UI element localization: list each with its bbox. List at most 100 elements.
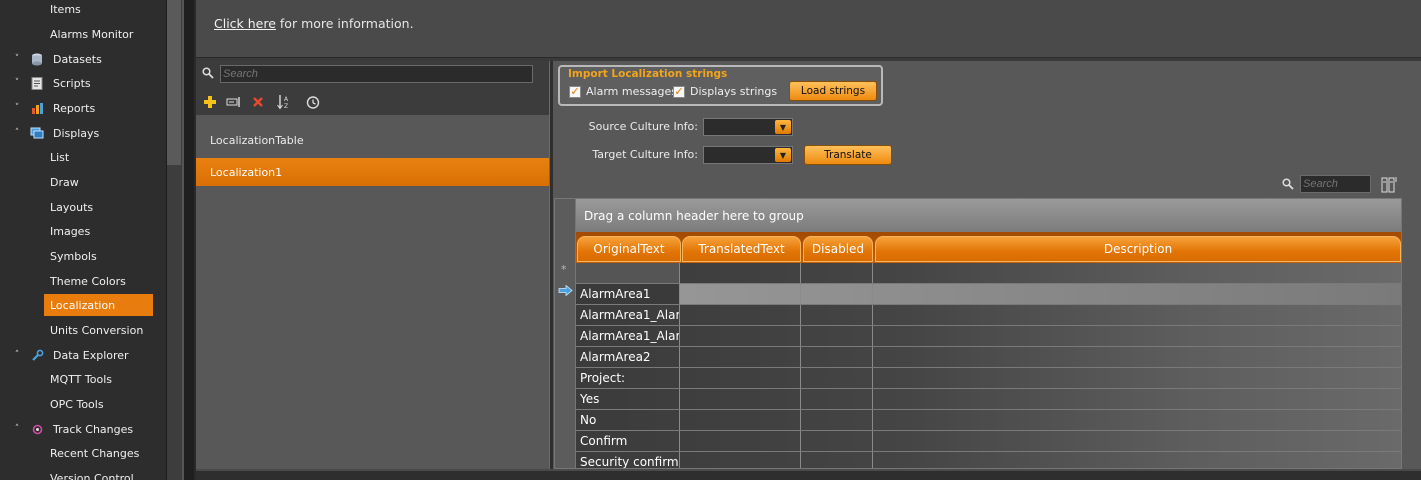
table-cell[interactable]: AlarmArea1_Alar... bbox=[576, 305, 680, 325]
table-row[interactable]: Yes bbox=[576, 389, 1401, 410]
column-chooser-icon[interactable] bbox=[1381, 176, 1399, 194]
add-icon[interactable] bbox=[201, 93, 219, 111]
table-cell[interactable] bbox=[680, 305, 801, 325]
table-cell[interactable]: AlarmArea2 bbox=[576, 347, 680, 367]
table-cell[interactable] bbox=[801, 347, 873, 367]
nav-item-units-conversion[interactable]: Units Conversion bbox=[0, 318, 158, 342]
list-item-localization-table[interactable]: LocalizationTable bbox=[196, 126, 549, 154]
table-cell[interactable]: AlarmArea1 bbox=[576, 284, 680, 304]
table-cell[interactable] bbox=[801, 452, 873, 468]
table-cell[interactable] bbox=[801, 389, 873, 409]
nav-group-datasets[interactable]: ˅ Datasets bbox=[0, 47, 158, 71]
new-row[interactable] bbox=[576, 263, 1401, 284]
table-cell[interactable]: No bbox=[576, 410, 680, 430]
table-cell[interactable] bbox=[873, 452, 1401, 468]
table-cell[interactable] bbox=[873, 389, 1401, 409]
nav-group-data-explorer[interactable]: ˄ Data Explorer bbox=[0, 343, 158, 367]
nav-item-mqtt-tools[interactable]: MQTT Tools bbox=[0, 367, 158, 391]
nav-item-localization[interactable]: Localization bbox=[44, 294, 153, 316]
table-row[interactable]: AlarmArea1_Alar... bbox=[576, 326, 1401, 347]
table-cell[interactable] bbox=[680, 347, 801, 367]
table-cell[interactable] bbox=[801, 368, 873, 388]
table-cell[interactable] bbox=[873, 431, 1401, 451]
table-cell[interactable] bbox=[680, 326, 801, 346]
column-header-translatedtext[interactable]: TranslatedText bbox=[682, 236, 801, 262]
column-header-description[interactable]: Description bbox=[875, 236, 1401, 262]
delete-icon[interactable] bbox=[249, 93, 267, 111]
column-header-disabled[interactable]: Disabled bbox=[803, 236, 873, 262]
table-cell[interactable] bbox=[801, 284, 873, 304]
chevron-up-icon[interactable]: ˄ bbox=[12, 424, 22, 434]
table-cell[interactable] bbox=[680, 389, 801, 409]
table-cell[interactable] bbox=[680, 452, 801, 468]
table-cell[interactable] bbox=[680, 263, 801, 283]
nav-group-displays[interactable]: ˄ Displays bbox=[0, 121, 158, 145]
table-row[interactable]: AlarmArea2 bbox=[576, 347, 1401, 368]
chevron-down-icon[interactable]: ▼ bbox=[775, 148, 791, 162]
checkbox-checked-icon[interactable]: ✓ bbox=[569, 85, 581, 98]
table-cell[interactable] bbox=[801, 410, 873, 430]
displays-strings-checkbox[interactable]: ✓ Displays strings bbox=[673, 85, 777, 98]
target-culture-combo[interactable]: ▼ bbox=[703, 146, 793, 164]
sort-icon[interactable]: AZ bbox=[275, 93, 293, 111]
chevron-down-icon[interactable]: ˅ bbox=[12, 103, 22, 113]
table-row[interactable]: AlarmArea1 bbox=[576, 284, 1401, 305]
table-cell[interactable]: Confirm bbox=[576, 431, 680, 451]
history-icon[interactable] bbox=[303, 93, 321, 111]
chevron-down-icon[interactable]: ˅ bbox=[12, 54, 22, 64]
nav-group-reports[interactable]: ˅ Reports bbox=[0, 96, 158, 120]
table-row[interactable]: Confirm bbox=[576, 431, 1401, 452]
nav-item-recent-changes[interactable]: Recent Changes bbox=[0, 441, 158, 465]
checkbox-checked-icon[interactable]: ✓ bbox=[673, 85, 685, 98]
nav-scrollbar-thumb[interactable] bbox=[167, 0, 181, 165]
table-cell[interactable] bbox=[873, 305, 1401, 325]
table-cell[interactable]: Security confirm... bbox=[576, 452, 680, 468]
nav-item-symbols[interactable]: Symbols bbox=[0, 244, 158, 268]
chevron-up-icon[interactable]: ˄ bbox=[12, 350, 22, 360]
table-cell[interactable] bbox=[873, 368, 1401, 388]
translate-button[interactable]: Translate bbox=[804, 145, 892, 165]
table-cell[interactable]: Yes bbox=[576, 389, 680, 409]
table-cell[interactable] bbox=[680, 368, 801, 388]
nav-splitter[interactable] bbox=[182, 0, 194, 480]
chevron-down-icon[interactable]: ▼ bbox=[775, 120, 791, 134]
nav-item-theme-colors[interactable]: Theme Colors bbox=[0, 269, 158, 293]
grid-search-input[interactable] bbox=[1300, 175, 1371, 193]
nav-item-list[interactable]: List bbox=[0, 145, 158, 169]
table-cell[interactable]: Project: bbox=[576, 368, 680, 388]
table-row[interactable]: Project: bbox=[576, 368, 1401, 389]
nav-item-images[interactable]: Images bbox=[0, 219, 158, 243]
more-info-link[interactable]: Click here bbox=[214, 16, 276, 31]
table-row[interactable]: AlarmArea1_Alar... bbox=[576, 305, 1401, 326]
chevron-up-icon[interactable]: ˄ bbox=[12, 128, 22, 138]
table-row[interactable]: Security confirm... bbox=[576, 452, 1401, 468]
nav-group-scripts[interactable]: ˅ Scripts bbox=[0, 71, 158, 95]
nav-item-opc-tools[interactable]: OPC Tools bbox=[0, 392, 158, 416]
table-row[interactable]: No bbox=[576, 410, 1401, 431]
nav-item-layouts[interactable]: Layouts bbox=[0, 195, 158, 219]
table-cell[interactable] bbox=[680, 284, 801, 304]
table-cell[interactable] bbox=[873, 347, 1401, 367]
chevron-down-icon[interactable]: ˅ bbox=[12, 78, 22, 88]
table-cell[interactable] bbox=[680, 410, 801, 430]
nav-item-items[interactable]: Items bbox=[0, 0, 158, 21]
table-cell[interactable] bbox=[801, 431, 873, 451]
list-search-input[interactable] bbox=[220, 65, 533, 83]
table-cell[interactable] bbox=[576, 263, 680, 283]
table-cell[interactable] bbox=[801, 305, 873, 325]
table-cell[interactable] bbox=[873, 284, 1401, 304]
table-cell[interactable] bbox=[873, 263, 1401, 283]
load-strings-button[interactable]: Load strings bbox=[789, 81, 877, 101]
table-cell[interactable] bbox=[801, 326, 873, 346]
group-by-bar[interactable]: Drag a column header here to group bbox=[576, 199, 1401, 232]
nav-group-track-changes[interactable]: ˄ Track Changes bbox=[0, 417, 158, 441]
table-cell[interactable] bbox=[873, 410, 1401, 430]
rename-icon[interactable] bbox=[225, 93, 243, 111]
table-cell[interactable] bbox=[873, 326, 1401, 346]
source-culture-combo[interactable]: ▼ bbox=[703, 118, 793, 136]
table-cell[interactable] bbox=[801, 263, 873, 283]
list-item-localization1[interactable]: Localization1 bbox=[196, 158, 549, 186]
nav-item-draw[interactable]: Draw bbox=[0, 170, 158, 194]
table-cell[interactable]: AlarmArea1_Alar... bbox=[576, 326, 680, 346]
table-cell[interactable] bbox=[680, 431, 801, 451]
